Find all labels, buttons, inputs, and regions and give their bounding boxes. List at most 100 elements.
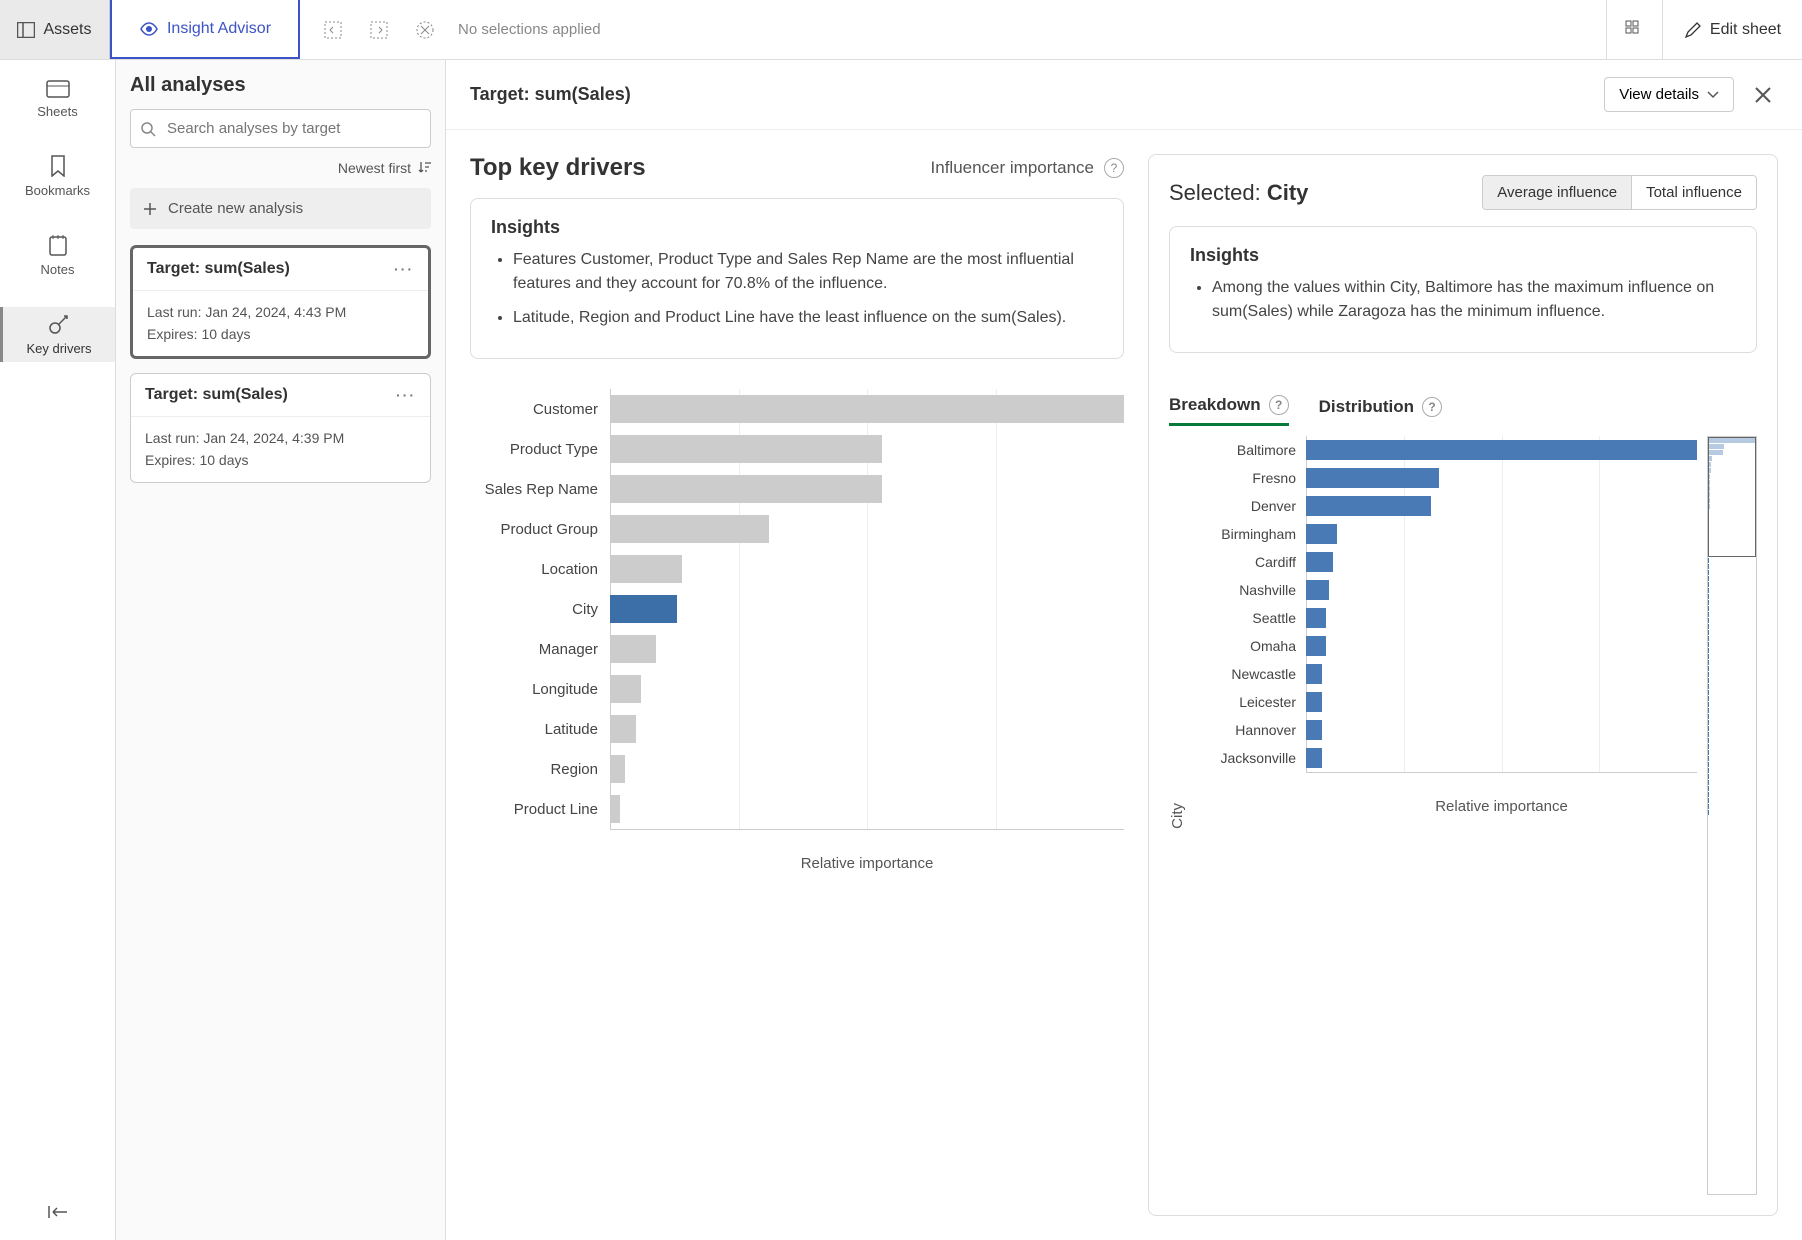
search-box bbox=[130, 109, 431, 148]
bar-row[interactable]: Seattle bbox=[1196, 604, 1697, 632]
top-toolbar: Assets Insight Advisor No selections app… bbox=[0, 0, 1802, 60]
bar-label: Customer bbox=[470, 401, 610, 418]
bar-label: Newcastle bbox=[1196, 666, 1306, 682]
more-icon[interactable]: ··· bbox=[396, 387, 416, 403]
content-header: Target: sum(Sales) View details bbox=[446, 60, 1802, 130]
bar-label: Product Group bbox=[470, 521, 610, 538]
no-selections-text: No selections applied bbox=[458, 21, 601, 38]
bar-row[interactable]: Cardiff bbox=[1196, 548, 1697, 576]
assets-button[interactable]: Assets bbox=[0, 0, 110, 59]
collapse-rail-button[interactable] bbox=[47, 1204, 69, 1220]
bar-row[interactable]: Product Type bbox=[470, 429, 1124, 469]
bar-row[interactable]: Longitude bbox=[470, 669, 1124, 709]
bar-label: Baltimore bbox=[1196, 442, 1306, 458]
rail-bookmarks[interactable]: Bookmarks bbox=[0, 149, 115, 204]
insight-label: Insight Advisor bbox=[167, 20, 271, 38]
bar-row[interactable]: Region bbox=[470, 749, 1124, 789]
bar-row[interactable]: Fresno bbox=[1196, 464, 1697, 492]
clear-selections-icon[interactable] bbox=[412, 17, 438, 43]
rail-notes-label: Notes bbox=[41, 262, 75, 277]
insights-title: Insights bbox=[491, 217, 1103, 238]
rail-notes[interactable]: Notes bbox=[0, 228, 115, 283]
bar-row[interactable]: Latitude bbox=[470, 709, 1124, 749]
selected-panel: Selected: City Average influence Total i… bbox=[1148, 154, 1778, 1216]
analysis-card[interactable]: Target: sum(Sales)···Last run: Jan 24, 2… bbox=[130, 373, 431, 483]
rail-sheets[interactable]: Sheets bbox=[0, 74, 115, 125]
avg-influence-button[interactable]: Average influence bbox=[1483, 176, 1631, 209]
bar-row[interactable]: City bbox=[470, 589, 1124, 629]
bar-row[interactable]: Sales Rep Name bbox=[470, 469, 1124, 509]
bar-row[interactable]: Baltimore bbox=[1196, 436, 1697, 464]
view-details-label: View details bbox=[1619, 86, 1699, 103]
bar-row[interactable]: Newcastle bbox=[1196, 660, 1697, 688]
left-rail: Sheets Bookmarks Notes Key drivers bbox=[0, 60, 116, 1240]
bar-label: Jacksonville bbox=[1196, 750, 1306, 766]
bar-row[interactable]: Nashville bbox=[1196, 576, 1697, 604]
sort-button[interactable]: Newest first bbox=[130, 160, 431, 176]
more-icon[interactable]: ··· bbox=[394, 261, 414, 277]
bar-row[interactable]: Leicester bbox=[1196, 688, 1697, 716]
help-icon[interactable]: ? bbox=[1269, 395, 1289, 415]
insight-icon bbox=[139, 22, 159, 36]
create-analysis-button[interactable]: Create new analysis bbox=[130, 188, 431, 229]
edit-sheet-label: Edit sheet bbox=[1710, 21, 1781, 39]
bar-label: Nashville bbox=[1196, 582, 1306, 598]
analysis-card-title: Target: sum(Sales) bbox=[145, 386, 288, 404]
scroll-thumb[interactable] bbox=[1708, 437, 1756, 557]
bar-row[interactable]: Hannover bbox=[1196, 716, 1697, 744]
bar-label: Fresno bbox=[1196, 470, 1306, 486]
bookmark-icon bbox=[50, 155, 66, 177]
bar-row[interactable]: Manager bbox=[470, 629, 1124, 669]
chevron-down-icon bbox=[1707, 91, 1719, 99]
rail-key-drivers[interactable]: Key drivers bbox=[0, 307, 115, 362]
drivers-bar-chart[interactable]: Customer Product Type Sales Rep Name Produc… bbox=[470, 379, 1124, 882]
bar-row[interactable]: Jacksonville bbox=[1196, 744, 1697, 772]
insight-advisor-button[interactable]: Insight Advisor bbox=[110, 0, 300, 59]
analyses-panel: All analyses Newest first Create new ana… bbox=[116, 60, 446, 1240]
bar-label: Birmingham bbox=[1196, 526, 1306, 542]
help-icon[interactable]: ? bbox=[1104, 158, 1124, 178]
bar-row[interactable]: Denver bbox=[1196, 492, 1697, 520]
view-details-button[interactable]: View details bbox=[1604, 77, 1734, 112]
bar-label: Leicester bbox=[1196, 694, 1306, 710]
bar-label: City bbox=[470, 601, 610, 618]
analysis-card[interactable]: Target: sum(Sales)···Last run: Jan 24, 2… bbox=[130, 245, 431, 359]
bar-row[interactable]: Omaha bbox=[1196, 632, 1697, 660]
step-fwd-icon[interactable] bbox=[366, 17, 392, 43]
city-bar-chart[interactable]: City BaltimoreFresnoDenverBirminghamCard… bbox=[1169, 436, 1757, 1195]
chart-mini-scroll[interactable] bbox=[1707, 436, 1757, 1195]
bar-label: Manager bbox=[470, 641, 610, 658]
bar-label: Product Type bbox=[470, 441, 610, 458]
selected-insight-text: Among the values within City, Baltimore … bbox=[1212, 276, 1736, 324]
bar-row[interactable]: Location bbox=[470, 549, 1124, 589]
bar-row[interactable]: Product Line bbox=[470, 789, 1124, 829]
notes-icon bbox=[48, 234, 68, 256]
drivers-panel: Top key drivers Influencer importance ? … bbox=[470, 154, 1124, 1216]
assets-label: Assets bbox=[43, 21, 91, 39]
tab-breakdown[interactable]: Breakdown ? bbox=[1169, 387, 1289, 426]
analyses-title: All analyses bbox=[130, 74, 431, 97]
tab-distribution[interactable]: Distribution ? bbox=[1319, 389, 1442, 425]
step-back-icon[interactable] bbox=[320, 17, 346, 43]
edit-sheet-button[interactable]: Edit sheet bbox=[1662, 0, 1802, 59]
bar-row[interactable]: Birmingham bbox=[1196, 520, 1697, 548]
search-input[interactable] bbox=[130, 109, 431, 148]
selection-tools bbox=[300, 0, 458, 59]
close-button[interactable] bbox=[1748, 82, 1778, 108]
bar-row[interactable]: Customer bbox=[470, 389, 1124, 429]
target-title: Target: sum(Sales) bbox=[470, 84, 1590, 105]
drivers-title: Top key drivers bbox=[470, 154, 921, 182]
panel-icon bbox=[17, 22, 35, 38]
bar-label: Longitude bbox=[470, 681, 610, 698]
apps-grid-button[interactable] bbox=[1606, 0, 1662, 59]
bar-label: Region bbox=[470, 761, 610, 778]
total-influence-button[interactable]: Total influence bbox=[1631, 176, 1756, 209]
insight-item: Latitude, Region and Product Line have t… bbox=[513, 306, 1103, 330]
bar-row[interactable]: Product Group bbox=[470, 509, 1124, 549]
help-icon[interactable]: ? bbox=[1422, 397, 1442, 417]
drivers-insights-box: Insights Features Customer, Product Type… bbox=[470, 198, 1124, 359]
bar-label: Seattle bbox=[1196, 610, 1306, 626]
create-label: Create new analysis bbox=[168, 200, 303, 217]
bar-label: Omaha bbox=[1196, 638, 1306, 654]
last-run: Last run: Jan 24, 2024, 4:43 PM bbox=[147, 301, 414, 323]
